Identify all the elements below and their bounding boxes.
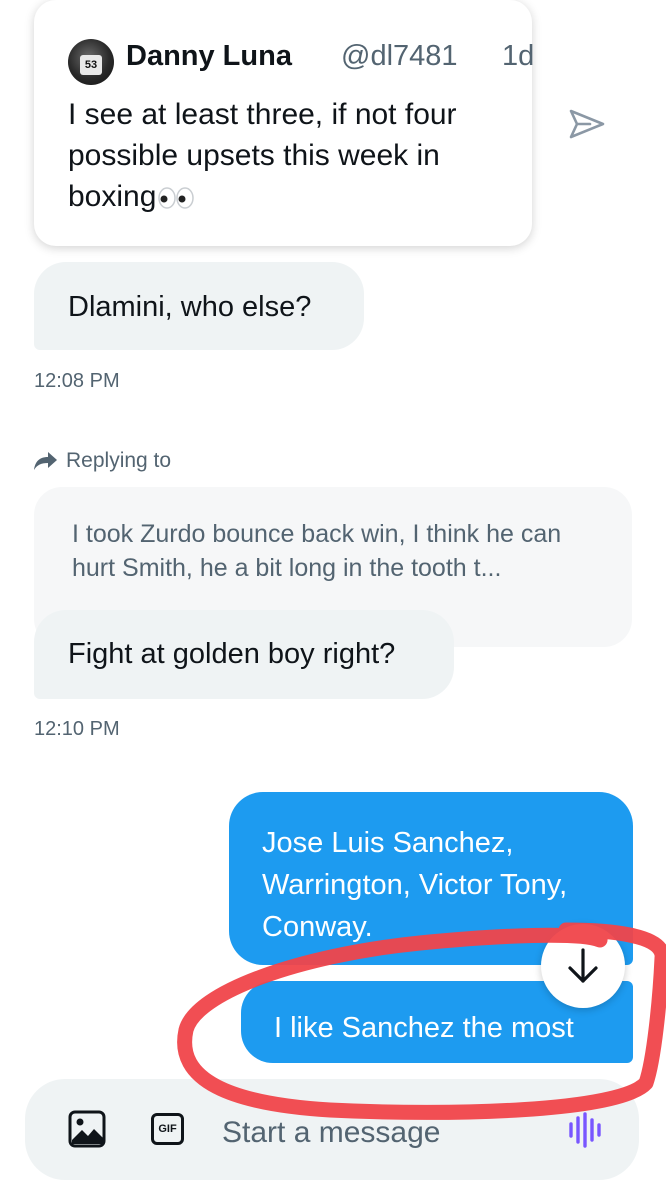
replying-to-text: Replying to xyxy=(66,449,172,472)
avatar[interactable]: 53 xyxy=(68,39,114,85)
incoming-message[interactable]: Dlamini, who else? xyxy=(34,262,364,350)
message-text: I like Sanchez the most xyxy=(274,1012,574,1044)
message-text: Jose Luis Sanchez, Warrington, Victor To… xyxy=(262,827,568,943)
avatar-jersey-number: 53 xyxy=(80,55,102,75)
message-timestamp: 12:10 PM xyxy=(34,718,120,740)
message-text: Dlamini, who else? xyxy=(68,291,312,323)
replying-to-label: Replying to xyxy=(34,449,171,473)
arrow-down-icon xyxy=(568,948,598,983)
incoming-message[interactable]: Fight at golden boy right? xyxy=(34,610,454,699)
reply-quoted-text: I took Zurdo bounce back win, I think he… xyxy=(72,520,562,582)
gif-icon[interactable]: GIF xyxy=(151,1113,184,1145)
tweet-text: I see at least three, if not four possib… xyxy=(68,98,457,213)
message-input[interactable] xyxy=(222,1112,552,1154)
share-icon[interactable] xyxy=(568,108,606,140)
message-text: Fight at golden boy right? xyxy=(68,638,396,670)
image-icon[interactable] xyxy=(68,1110,106,1148)
quoted-tweet-card[interactable]: 53 Danny Luna @dl7481 1d I see at least … xyxy=(34,0,535,246)
tweet-timestamp: 1d xyxy=(502,40,535,72)
eyes-emoji-icon xyxy=(158,187,195,209)
message-timestamp: 12:08 PM xyxy=(34,370,120,392)
tweet-text-block: I see at least three, if not four possib… xyxy=(68,94,518,217)
tweet-author-handle[interactable]: @dl7481 xyxy=(341,40,458,73)
tweet-author-name[interactable]: Danny Luna xyxy=(126,40,292,73)
voice-wave-icon[interactable] xyxy=(567,1112,607,1148)
reply-arrow-icon xyxy=(34,452,57,470)
scroll-to-bottom-button[interactable] xyxy=(541,924,625,1008)
